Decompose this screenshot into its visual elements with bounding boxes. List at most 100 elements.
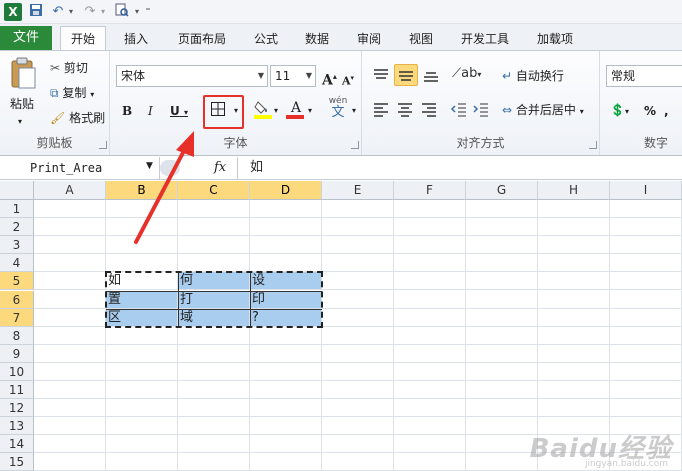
tab-insert[interactable]: 插入	[114, 28, 158, 51]
percent-button[interactable]: %	[644, 102, 656, 120]
tab-page-layout[interactable]: 页面布局	[170, 28, 234, 51]
cell-i4[interactable]	[610, 254, 682, 273]
cell-d2[interactable]	[250, 218, 322, 237]
cell-c2[interactable]	[178, 218, 250, 237]
excel-icon[interactable]: X	[4, 3, 22, 21]
undo-dropdown-icon[interactable]: ▾	[66, 3, 76, 21]
cell-h4[interactable]	[538, 254, 610, 273]
cell-c5[interactable]: 何	[178, 272, 250, 291]
cell-b12[interactable]	[106, 399, 178, 418]
row-header-10[interactable]: 10	[0, 362, 34, 381]
shrink-font-button[interactable]: A▾	[342, 69, 354, 91]
cell-d4[interactable]	[250, 254, 322, 273]
cell-g8[interactable]	[466, 326, 538, 345]
row-header-8[interactable]: 8	[0, 326, 34, 345]
cell-d12[interactable]	[250, 399, 322, 418]
cell-e6[interactable]	[322, 290, 394, 309]
qat-dropdown-icon[interactable]: ▾	[132, 3, 142, 21]
cell-h12[interactable]	[538, 399, 610, 418]
cell-h10[interactable]	[538, 362, 610, 381]
paste-icon[interactable]	[8, 57, 38, 91]
cell-g9[interactable]	[466, 344, 538, 363]
row-header-14[interactable]: 14	[0, 435, 34, 454]
cell-f7[interactable]	[394, 308, 466, 327]
cell-d6[interactable]: 印	[250, 290, 322, 309]
cell-b2[interactable]	[106, 218, 178, 237]
row-header-4[interactable]: 4	[0, 254, 34, 273]
cell-e8[interactable]	[322, 326, 394, 345]
cell-a2[interactable]	[34, 218, 106, 237]
phonetic-button[interactable]: wén 文	[324, 95, 352, 119]
row-header-9[interactable]: 9	[0, 344, 34, 363]
phonetic-dropdown-icon[interactable]: ▾	[352, 102, 356, 120]
font-size-select[interactable]: 11 ▼	[270, 65, 316, 87]
cell-i8[interactable]	[610, 326, 682, 345]
cell-h8[interactable]	[538, 326, 610, 345]
cell-b14[interactable]	[106, 435, 178, 454]
row-header-6[interactable]: 6	[0, 290, 34, 309]
undo-icon[interactable]: ↶	[50, 3, 66, 21]
cell-i3[interactable]	[610, 236, 682, 255]
cell-b13[interactable]	[106, 417, 178, 436]
cell-h5[interactable]	[538, 272, 610, 291]
cell-a1[interactable]	[34, 200, 106, 218]
fill-color-dropdown-icon[interactable]: ▾	[274, 102, 278, 120]
font-name-select[interactable]: 宋体 ▼	[116, 65, 268, 87]
column-header-b[interactable]: B	[106, 181, 178, 200]
column-header-e[interactable]: E	[322, 181, 394, 200]
cell-g14[interactable]	[466, 435, 538, 454]
cell-a12[interactable]	[34, 399, 106, 418]
insert-function-icon[interactable]: fx	[214, 157, 226, 179]
cell-a4[interactable]	[34, 254, 106, 273]
column-header-a[interactable]: A	[34, 181, 106, 200]
align-bottom-button[interactable]	[422, 67, 440, 88]
row-header-15[interactable]: 15	[0, 453, 34, 471]
print-preview-icon[interactable]	[114, 3, 130, 21]
cell-b1[interactable]	[106, 200, 178, 218]
font-color-button[interactable]: A	[286, 99, 306, 119]
cell-a14[interactable]	[34, 435, 106, 454]
column-header-f[interactable]: F	[394, 181, 466, 200]
cell-e2[interactable]	[322, 218, 394, 237]
save-icon[interactable]	[28, 3, 44, 21]
cell-e7[interactable]	[322, 308, 394, 327]
cell-c3[interactable]	[178, 236, 250, 255]
decrease-indent-button[interactable]	[450, 101, 468, 122]
cell-f14[interactable]	[394, 435, 466, 454]
number-format-select[interactable]: 常规	[606, 65, 682, 87]
cell-d8[interactable]	[250, 326, 322, 345]
align-left-button[interactable]	[372, 101, 390, 122]
cell-c14[interactable]	[178, 435, 250, 454]
cell-i10[interactable]	[610, 362, 682, 381]
cell-g3[interactable]	[466, 236, 538, 255]
cell-b10[interactable]	[106, 362, 178, 381]
cell-c13[interactable]	[178, 417, 250, 436]
cell-g13[interactable]	[466, 417, 538, 436]
cell-d7[interactable]: ?	[250, 308, 322, 327]
cell-f2[interactable]	[394, 218, 466, 237]
orientation-button[interactable]: ⟋ab▾	[452, 65, 481, 84]
tab-file[interactable]: 文件	[0, 26, 52, 51]
cell-a11[interactable]	[34, 381, 106, 399]
paste-button[interactable]: 粘贴	[10, 95, 34, 113]
cell-f5[interactable]	[394, 272, 466, 291]
cell-c6[interactable]: 打	[178, 290, 250, 309]
cell-a15[interactable]	[34, 453, 106, 471]
cell-e14[interactable]	[322, 435, 394, 454]
cell-e13[interactable]	[322, 417, 394, 436]
redo-icon[interactable]: ↷	[82, 3, 98, 21]
cell-f12[interactable]	[394, 399, 466, 418]
grow-font-button[interactable]: A▴	[322, 67, 337, 90]
paste-dropdown-icon[interactable]: ▾	[18, 113, 22, 131]
cell-c1[interactable]	[178, 200, 250, 218]
align-top-button[interactable]	[372, 67, 390, 88]
cell-f15[interactable]	[394, 453, 466, 471]
formula-bar-splitter[interactable]	[160, 160, 180, 176]
cell-a6[interactable]	[34, 290, 106, 309]
cell-c11[interactable]	[178, 381, 250, 399]
cell-b8[interactable]	[106, 326, 178, 345]
cell-i7[interactable]	[610, 308, 682, 327]
cell-i5[interactable]	[610, 272, 682, 291]
cell-a9[interactable]	[34, 344, 106, 363]
cell-c10[interactable]	[178, 362, 250, 381]
